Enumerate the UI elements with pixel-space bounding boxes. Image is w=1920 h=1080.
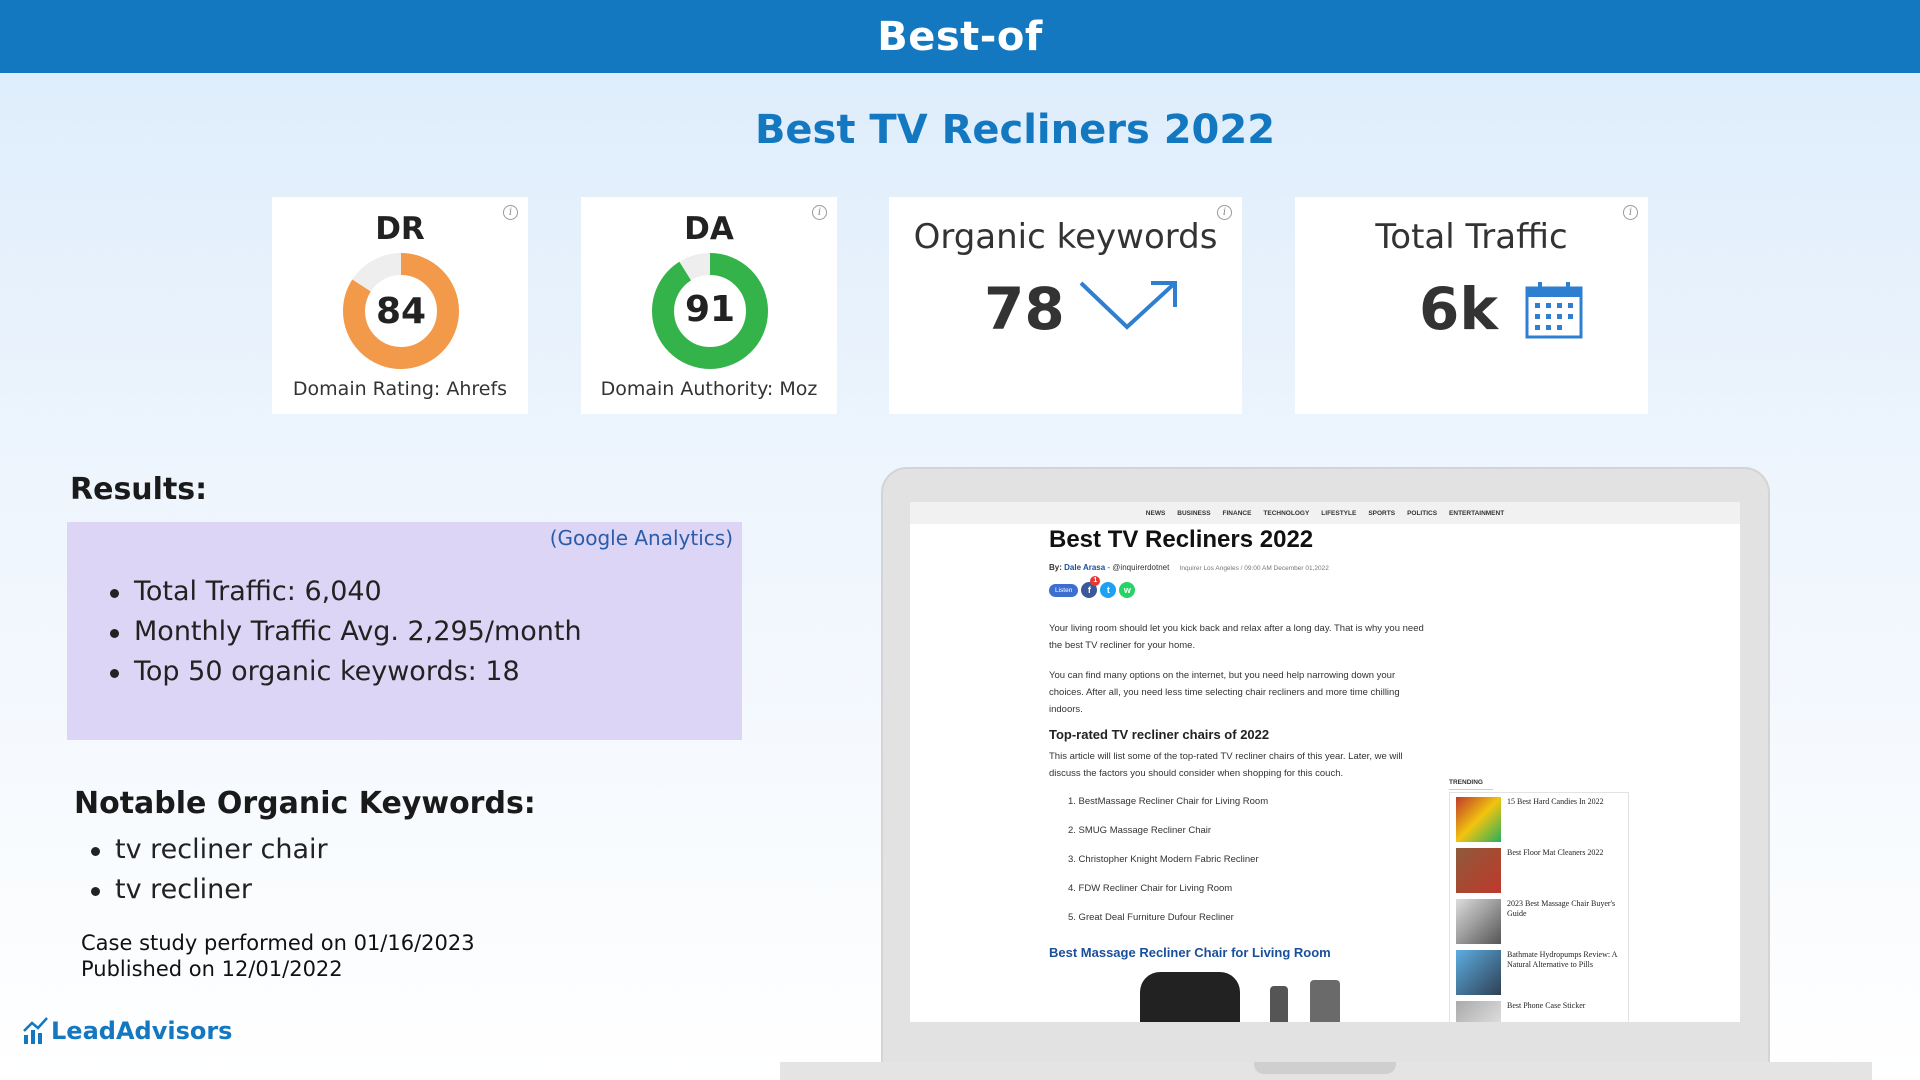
trending-item-title: Best Floor Mat Cleaners 2022 — [1507, 848, 1604, 857]
whatsapp-icon[interactable]: w — [1119, 582, 1136, 598]
da-caption: Domain Authority: Moz — [600, 378, 818, 400]
remote-image — [1270, 986, 1288, 1022]
header-bar: Best-of — [0, 0, 1920, 73]
trending-item[interactable]: 15 Best Hard Candies In 2022 — [1456, 797, 1622, 848]
trending-item[interactable]: Best Phone Case Sticker — [1456, 1001, 1622, 1022]
list-item: 4. FDW Recliner Chair for Living Room — [1068, 883, 1233, 894]
da-value: 91 — [685, 289, 735, 330]
nav-item-finance[interactable]: FINANCE — [1223, 510, 1252, 517]
article-title: Best TV Recliners 2022 — [1049, 526, 1314, 553]
article-paragraph: Your living room should let you kick bac… — [1049, 623, 1424, 651]
nav-item-business[interactable]: BUSINESS — [1177, 510, 1210, 517]
trending-item-title: 15 Best Hard Candies In 2022 — [1507, 797, 1604, 806]
trending-items: 15 Best Hard Candies In 2022 Best Floor … — [1449, 792, 1629, 1022]
results-list: Total Traffic: 6,040 Monthly Traffic Avg… — [110, 572, 582, 692]
thumbnail-image — [1456, 797, 1501, 842]
performed-date: Case study performed on 01/16/2023 — [81, 931, 475, 955]
twitter-icon[interactable]: t — [1100, 582, 1117, 598]
case-study-title: Best TV Recliners 2022 — [754, 107, 1276, 153]
dr-card: i DR 84 Domain Rating: Ahrefs — [272, 197, 528, 414]
thumbnail-image — [1456, 899, 1501, 944]
trending-sidebar: TRENDING 15 Best Hard Candies In 2022 Be… — [1449, 779, 1629, 1022]
nav-item-politics[interactable]: POLITICS — [1407, 510, 1437, 517]
total-traffic-value: 6k — [1419, 275, 1498, 343]
total-traffic-card: i Total Traffic 6k — [1295, 197, 1648, 414]
trending-item-title: Best Phone Case Sticker — [1507, 1001, 1586, 1010]
byline-prefix: By: — [1049, 563, 1062, 572]
article-paragraph: This article will list some of the top-r… — [1049, 751, 1403, 779]
da-donut-chart: 91 — [652, 253, 768, 369]
thumbnail-image — [1456, 950, 1501, 995]
thumbnail-image — [1456, 1001, 1501, 1022]
nav-item-technology[interactable]: TECHNOLOGY — [1263, 510, 1309, 517]
logo-text: LeadAdvisors — [51, 1017, 233, 1045]
trending-item[interactable]: Bathmate Hydropumps Review: A Natural Al… — [1456, 950, 1622, 1001]
dr-label: DR — [375, 211, 425, 247]
organic-keywords-value: 78 — [984, 275, 1065, 343]
listen-button[interactable]: Listen — [1049, 583, 1079, 597]
footnote: Case study performed on 01/16/2023 Publi… — [81, 930, 475, 982]
article-subheading: Top-rated TV recliner chairs of 2022 — [1049, 727, 1270, 742]
nav-item-entertainment[interactable]: ENTERTAINMENT — [1449, 510, 1504, 517]
trending-item-title: Bathmate Hydropumps Review: A Natural Al… — [1507, 950, 1617, 969]
share-bar: Listen f1 t w — [1049, 576, 1136, 598]
logo-chart-icon — [23, 1017, 48, 1044]
dr-donut-chart: 84 — [343, 253, 459, 369]
remote-image — [1310, 980, 1340, 1022]
list-item: tv recliner — [91, 870, 328, 910]
byline: By: Dale Arasa - @inquirerdotnet Inquire… — [1049, 563, 1329, 572]
logo: LeadAdvisors — [23, 1015, 232, 1045]
recliner-chair-image — [1140, 972, 1240, 1022]
results-box: (Google Analytics) Total Traffic: 6,040 … — [67, 522, 742, 740]
da-label: DA — [684, 211, 734, 247]
list-item: Monthly Traffic Avg. 2,295/month — [110, 612, 582, 652]
share-badge: 1 — [1090, 576, 1101, 586]
trending-item-title: 2023 Best Massage Chair Buyer's Guide — [1507, 899, 1616, 918]
header-title: Best-of — [877, 13, 1043, 60]
list-item: Total Traffic: 6,040 — [110, 572, 582, 612]
thumbnail-image — [1456, 848, 1501, 893]
nav-item-news[interactable]: NEWS — [1146, 510, 1166, 517]
dr-caption: Domain Rating: Ahrefs — [292, 378, 508, 400]
list-item: 2. SMUG Massage Recliner Chair — [1068, 825, 1212, 836]
dr-value: 84 — [376, 291, 426, 332]
list-item: 3. Christopher Knight Modern Fabric Recl… — [1068, 854, 1259, 865]
article-paragraph: You can find many options on the interne… — [1049, 670, 1400, 715]
article-screenshot: NEWS BUSINESS FINANCE TECHNOLOGY LIFESTY… — [910, 502, 1740, 1022]
author-link[interactable]: Dale Arasa — [1064, 563, 1105, 572]
keywords-list: tv recliner chair tv recliner — [91, 830, 328, 910]
laptop-notch — [1254, 1062, 1396, 1074]
list-item: Top 50 organic keywords: 18 — [110, 652, 582, 692]
calendar-icon — [1525, 282, 1583, 339]
results-source: (Google Analytics) — [549, 526, 733, 550]
recliner-list: 1. BestMassage Recliner Chair for Living… — [1068, 796, 1268, 941]
trending-label: TRENDING — [1449, 779, 1493, 790]
organic-keywords-label: Organic keywords — [913, 217, 1218, 257]
site-nav: NEWS BUSINESS FINANCE TECHNOLOGY LIFESTY… — [910, 502, 1740, 524]
keywords-heading: Notable Organic Keywords: — [74, 786, 536, 821]
list-item: tv recliner chair — [91, 830, 328, 870]
published-date: Published on 12/01/2022 — [81, 957, 343, 981]
nav-item-lifestyle[interactable]: LIFESTYLE — [1321, 510, 1356, 517]
results-heading: Results: — [70, 472, 208, 507]
trending-item[interactable]: Best Floor Mat Cleaners 2022 — [1456, 848, 1622, 899]
total-traffic-label: Total Traffic — [1375, 217, 1568, 257]
list-item: 1. BestMassage Recliner Chair for Living… — [1068, 796, 1269, 807]
trend-up-icon — [1079, 281, 1177, 330]
author-handle: - @inquirerdotnet — [1107, 563, 1170, 572]
nav-item-sports[interactable]: SPORTS — [1368, 510, 1395, 517]
organic-keywords-card: i Organic keywords 78 — [889, 197, 1242, 414]
dateline: Inquirer Los Angeles / 09:00 AM December… — [1179, 565, 1329, 572]
facebook-icon[interactable]: f1 — [1081, 576, 1101, 598]
product-heading-link[interactable]: Best Massage Recliner Chair for Living R… — [1049, 945, 1331, 960]
list-item: 5. Great Deal Furniture Dufour Recliner — [1068, 912, 1234, 923]
da-card: i DA 91 Domain Authority: Moz — [581, 197, 837, 414]
trending-item[interactable]: 2023 Best Massage Chair Buyer's Guide — [1456, 899, 1622, 950]
